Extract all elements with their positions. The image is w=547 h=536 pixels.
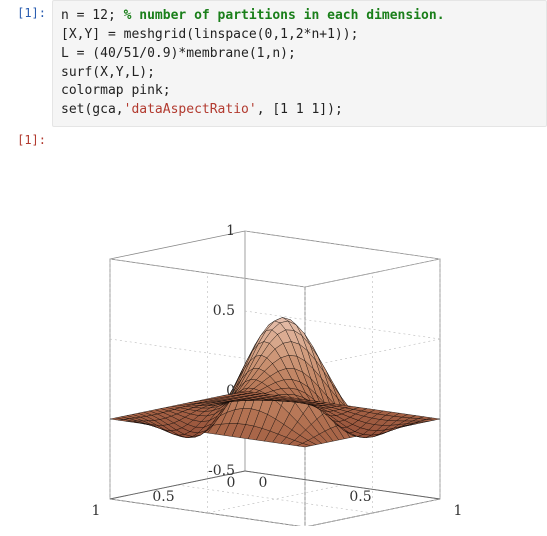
code-line-1a: n = 12; <box>61 8 124 23</box>
code-line-1b-comment: % number of partitions in each dimension… <box>124 8 445 23</box>
x-tick-label: 0.5 <box>152 489 174 505</box>
z-tick-label: 1 <box>226 223 235 239</box>
code-line-6c: , [1 1 1]); <box>257 102 343 117</box>
y-tick-label: 0.5 <box>349 489 371 505</box>
surface-plot: -0.5 0 0.5 1 0 0.5 1 0 0.5 1 <box>80 131 520 526</box>
z-tick-label: 0 <box>226 383 235 399</box>
input-prompt: [1]: <box>0 0 52 20</box>
code-line-2: [X,Y] = meshgrid(linspace(0,1,2*n+1)); <box>61 27 358 42</box>
input-cell: [1]: n = 12; % number of partitions in e… <box>0 0 547 127</box>
output-prompt: [1]: <box>0 127 52 147</box>
y-tick-label: 0 <box>258 475 267 491</box>
z-tick-label: 0.5 <box>212 303 234 319</box>
x-tick-label: 0 <box>226 475 235 491</box>
code-line-6a: set(gca, <box>61 102 124 117</box>
output-cell: [1]: -0.5 0 0.5 1 0 0.5 1 0 <box>0 127 547 534</box>
code-line-3: L = (40/51/0.9)*membrane(1,n); <box>61 46 296 61</box>
code-line-5: colormap pink; <box>61 83 171 98</box>
y-tick-label: 1 <box>453 503 462 519</box>
code-editor[interactable]: n = 12; % number of partitions in each d… <box>52 0 547 127</box>
output-area: -0.5 0 0.5 1 0 0.5 1 0 0.5 1 <box>52 127 547 534</box>
x-tick-label: 1 <box>91 503 100 519</box>
code-line-4: surf(X,Y,L); <box>61 65 155 80</box>
code-line-6b-string: 'dataAspectRatio' <box>124 102 257 117</box>
